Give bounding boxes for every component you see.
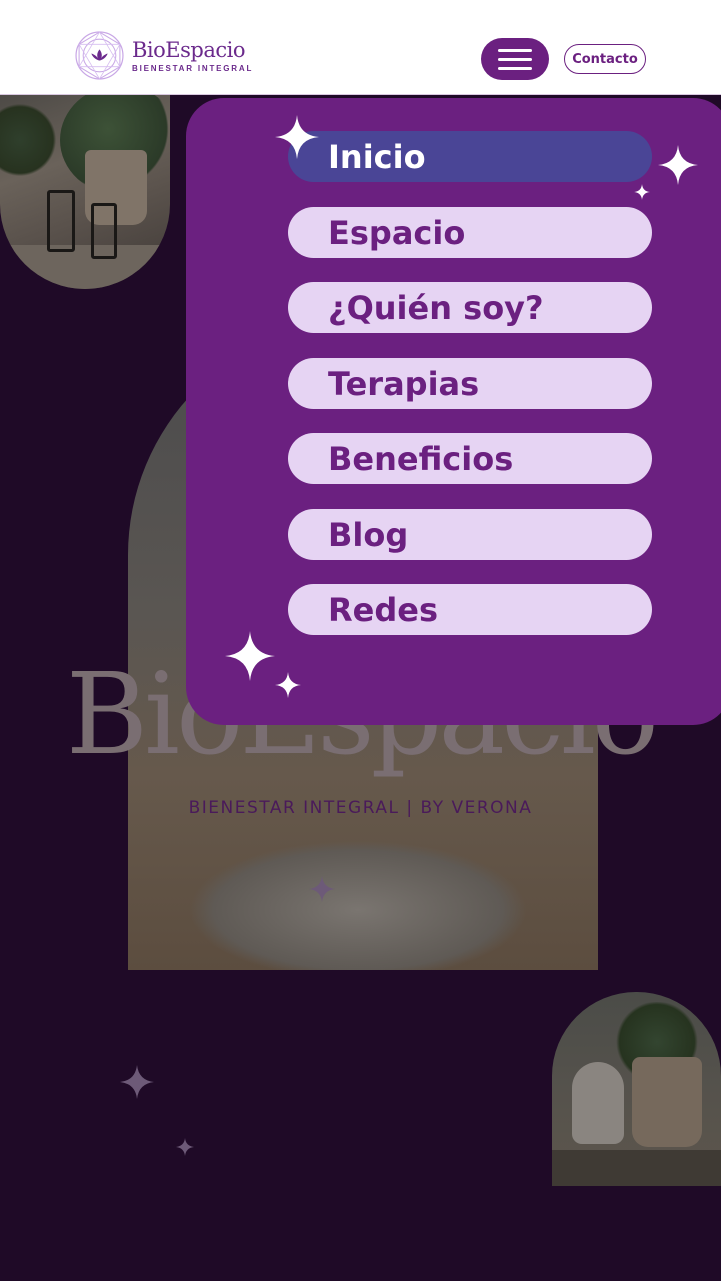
menu-item-terapias[interactable]: Terapias (288, 358, 652, 409)
sparkle-icon (176, 1138, 194, 1156)
logo[interactable]: BioEspacio BIENESTAR INTEGRAL (74, 30, 253, 81)
sparkle-icon (309, 876, 335, 902)
lotus-mandala-icon (75, 31, 124, 80)
menu-item-beneficios[interactable]: Beneficios (288, 433, 652, 484)
sparkle-icon (658, 145, 698, 185)
logo-name: BioEspacio (132, 37, 245, 62)
hamburger-icon[interactable] (481, 38, 549, 80)
menu-item-inicio[interactable]: Inicio (288, 131, 652, 182)
site-header: BioEspacio BIENESTAR INTEGRAL Contacto (0, 0, 721, 95)
sparkle-icon (275, 115, 319, 159)
sparkle-icon (225, 631, 275, 681)
sparkle-icon (634, 184, 650, 200)
hero-subtitle: BIENESTAR INTEGRAL | BY VERONA (188, 798, 533, 818)
menu-item-redes[interactable]: Redes (288, 584, 652, 635)
menu-item-quien-soy[interactable]: ¿Quién soy? (288, 282, 652, 333)
plant-lanterns-photo (0, 95, 170, 289)
menu-item-blog[interactable]: Blog (288, 509, 652, 560)
buddha-plant-photo (552, 992, 721, 1186)
sparkle-icon (120, 1065, 154, 1099)
contact-button[interactable]: Contacto (564, 44, 646, 74)
menu-item-espacio[interactable]: Espacio (288, 207, 652, 258)
sparkle-icon (275, 672, 301, 698)
logo-tagline: BIENESTAR INTEGRAL (132, 63, 254, 73)
